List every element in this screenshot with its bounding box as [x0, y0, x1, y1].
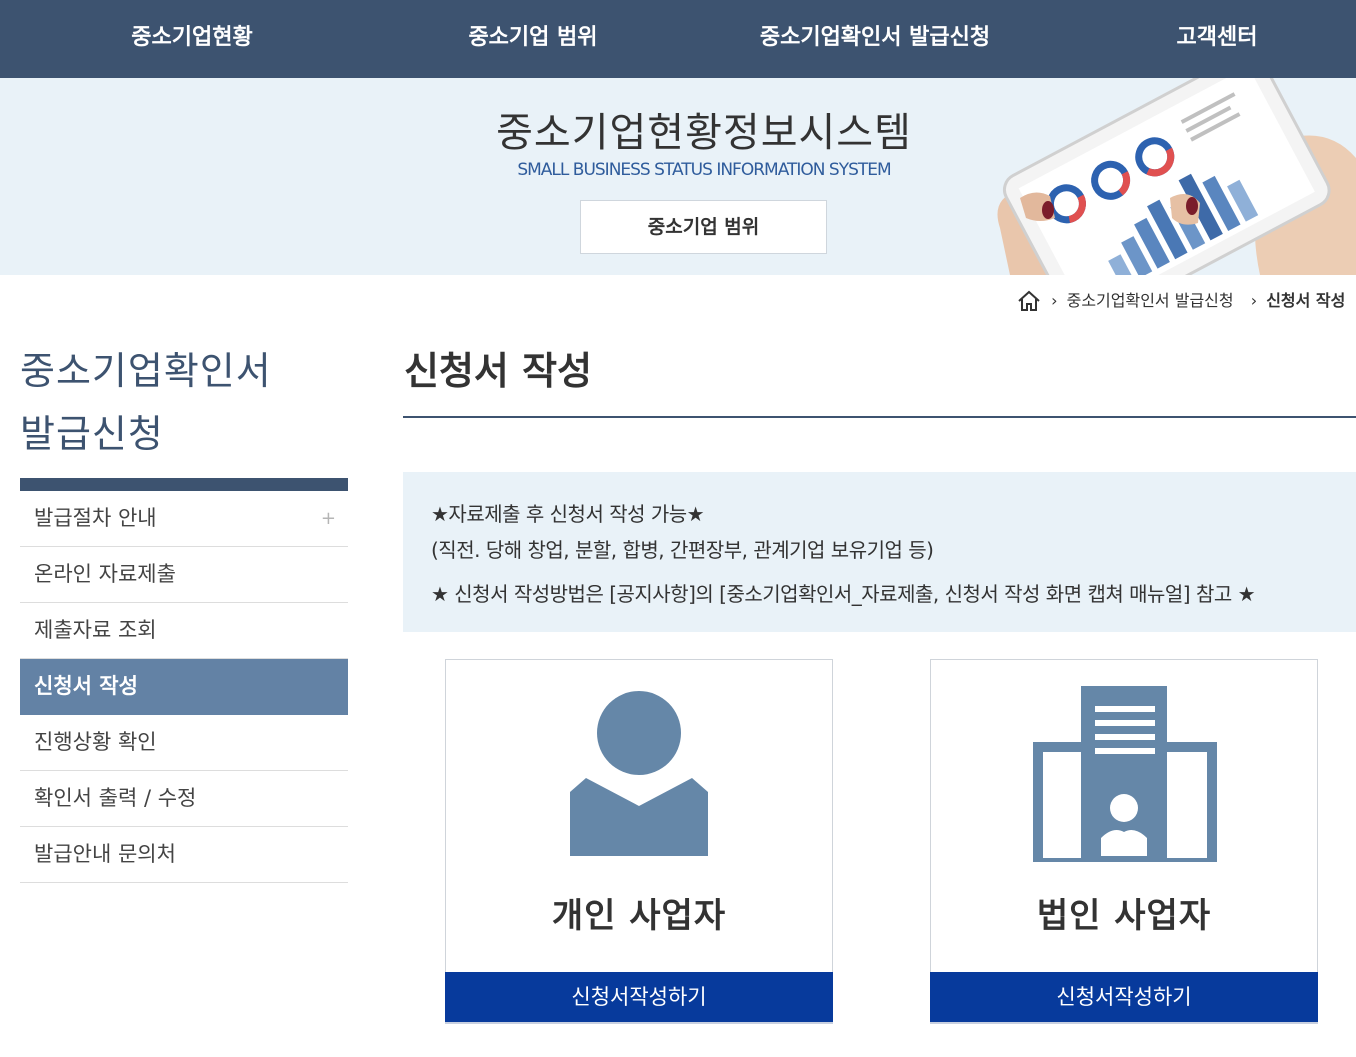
nav-item-sme-scope[interactable]: 중소기업 범위: [413, 0, 653, 78]
corporate-business-card: 법인 사업자 신청서작성하기: [930, 659, 1318, 1024]
chevron-right-icon: ›: [1051, 290, 1058, 310]
sidebar-item-application-form[interactable]: 신청서 작성: [20, 659, 348, 715]
banner-title: 중소기업현황정보시스템: [496, 110, 912, 156]
title-underline: [403, 416, 1356, 418]
tablet-illustration: [997, 78, 1356, 275]
sidebar-item-online-submission[interactable]: 온라인 자료제출: [20, 547, 348, 603]
personal-business-card: 개인 사업자 신청서작성하기: [445, 659, 833, 1024]
sidebar-item-label: 제출자료 조회: [34, 618, 157, 642]
sidebar-divider: [20, 478, 348, 491]
building-icon: [1033, 686, 1217, 862]
chevron-right-icon: ›: [1250, 290, 1258, 310]
nav-item-sme-status[interactable]: 중소기업현황: [72, 0, 312, 78]
sidebar-item-label: 확인서 출력 / 수정: [34, 786, 197, 810]
notice-line: ★자료제출 후 신청서 작성 가능★: [431, 502, 705, 526]
notice-box: ★자료제출 후 신청서 작성 가능★ (직전. 당해 창업, 분할, 합병, 간…: [403, 472, 1356, 632]
breadcrumb: › 중소기업확인서 발급신청 › 신청서 작성: [1016, 286, 1356, 314]
sidebar-item-label: 발급안내 문의처: [34, 842, 176, 866]
nav-item-certificate-application[interactable]: 중소기업확인서 발급신청: [735, 0, 1015, 78]
plus-icon[interactable]: +: [321, 491, 336, 546]
home-icon[interactable]: [1016, 289, 1042, 313]
sidebar-item-progress-check[interactable]: 진행상황 확인: [20, 715, 348, 771]
sidebar-item-label: 온라인 자료제출: [34, 562, 176, 586]
banner-subtitle: SMALL BUSINESS STATUS INFORMATION SYSTEM: [517, 160, 891, 180]
card-label: 개인 사업자: [551, 896, 727, 936]
nav-item-customer-center[interactable]: 고객센터: [1097, 0, 1337, 78]
person-icon: [570, 691, 708, 856]
breadcrumb-current: 신청서 작성: [1266, 290, 1346, 310]
hero-banner: 중소기업현황정보시스템 SMALL BUSINESS STATUS INFORM…: [0, 78, 1356, 275]
top-nav: 중소기업현황 중소기업 범위 중소기업확인서 발급신청 고객센터: [0, 0, 1356, 78]
sidebar-title-line1: 중소기업확인서: [20, 349, 272, 393]
sidebar-item-label: 발급절차 안내: [34, 506, 157, 530]
personal-apply-button[interactable]: 신청서작성하기: [445, 972, 833, 1024]
page-title: 신청서 작성: [404, 349, 593, 393]
sidebar-menu: 발급절차 안내 + 온라인 자료제출 제출자료 조회 신청서 작성 진행상황 확…: [20, 491, 348, 883]
sidebar-item-label: 신청서 작성: [34, 674, 138, 698]
sidebar-item-certificate-print[interactable]: 확인서 출력 / 수정: [20, 771, 348, 827]
sidebar-item-submission-lookup[interactable]: 제출자료 조회: [20, 603, 348, 659]
sme-scope-button[interactable]: 중소기업 범위: [580, 200, 827, 254]
breadcrumb-item[interactable]: 중소기업확인서 발급신청: [1067, 287, 1234, 315]
notice-line: ★ 신청서 작성방법은 [공지사항]의 [중소기업확인서_자료제출, 신청서 작…: [431, 582, 1256, 606]
sidebar-item-issuance-guide[interactable]: 발급절차 안내 +: [20, 491, 348, 547]
sidebar-item-inquiry-contact[interactable]: 발급안내 문의처: [20, 827, 348, 883]
sidebar-item-label: 진행상황 확인: [34, 730, 157, 754]
corporate-apply-button[interactable]: 신청서작성하기: [930, 972, 1318, 1024]
sidebar-title-line2: 발급신청: [20, 412, 164, 456]
card-label: 법인 사업자: [1036, 896, 1212, 936]
notice-line: (직전. 당해 창업, 분할, 합병, 간편장부, 관계기업 보유기업 등): [431, 538, 934, 562]
sidebar-title: 중소기업확인서 발급신청: [20, 340, 350, 466]
